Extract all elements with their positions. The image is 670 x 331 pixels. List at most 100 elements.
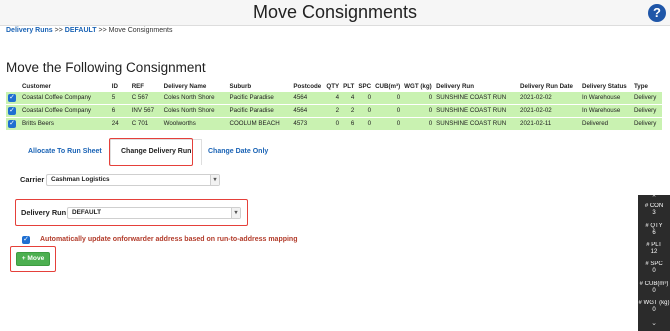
- summary-item-plt: # PLT 12: [638, 242, 670, 256]
- delivery-name-cell: Coles North Shore: [161, 90, 228, 104]
- summary-value: 12: [650, 249, 658, 255]
- delivery-run-cell: SUNSHINE COAST RUN: [434, 116, 519, 130]
- chevron-down-icon: ▾: [231, 208, 240, 218]
- summary-label: # SPC: [645, 261, 663, 267]
- column-header: Customer: [19, 82, 110, 91]
- summary-label: # WGT (kg): [638, 300, 670, 306]
- carrier-select[interactable]: Cashman Logistics ▾: [46, 174, 220, 186]
- move-button-label: Move: [27, 255, 45, 262]
- checkbox-checked-icon[interactable]: ✓: [8, 93, 16, 102]
- column-header: Suburb: [227, 82, 292, 91]
- delivery-run-cell: SUNSHINE COAST RUN: [434, 90, 519, 104]
- ref-cell: C 701: [129, 116, 162, 130]
- breadcrumb: Delivery Runs >> DEFAULT >> Move Consign…: [6, 27, 172, 34]
- summary-value: 0: [652, 268, 656, 274]
- breadcrumb-current: Move Consignments: [108, 27, 173, 34]
- type-cell: Delivery: [631, 90, 662, 104]
- suburb-cell: Pacific Paradise: [227, 103, 292, 117]
- summary-label: # QTY: [645, 223, 663, 229]
- plus-icon: +: [21, 255, 26, 262]
- postcode-cell: 4573: [291, 116, 325, 130]
- chevron-down-icon[interactable]: ⌄: [638, 319, 670, 327]
- checkbox-checked-icon[interactable]: ✓: [8, 106, 16, 115]
- table-row[interactable]: ✓ Coastal Coffee Company 5 C 567 Coles N…: [6, 90, 662, 104]
- auto-update-checkbox[interactable]: ✓: [22, 236, 30, 244]
- summary-item-cub: # CUB(m³) 0: [638, 281, 670, 295]
- delivery-run-select-value: DEFAULT: [72, 209, 101, 216]
- wgt-cell: 0: [402, 103, 435, 117]
- plt-cell: 6: [341, 116, 357, 130]
- column-header: Delivery Status: [579, 82, 632, 91]
- postcode-cell: 4564: [291, 103, 325, 117]
- delivery-name-cell: Woolworths: [161, 116, 228, 130]
- chevron-up-icon[interactable]: ⌃: [638, 194, 670, 202]
- title-bar: Move Consignments ?: [0, 0, 670, 26]
- section-heading: Move the Following Consignment: [6, 60, 206, 75]
- column-header: SPC: [356, 82, 374, 91]
- run-date-cell: 2021-02-11: [518, 116, 580, 130]
- auto-update-label: Automatically update onforwarder address…: [40, 236, 298, 243]
- qty-cell: 2: [324, 103, 342, 117]
- table-row[interactable]: ✓ Coastal Coffee Company 6 INV 567 Coles…: [6, 103, 662, 117]
- type-cell: Delivery: [631, 103, 662, 117]
- summary-value: 0: [652, 307, 656, 313]
- carrier-label: Carrier: [20, 175, 45, 184]
- column-header: PLT: [341, 82, 357, 91]
- breadcrumb-separator: >>: [54, 27, 63, 34]
- highlight-annotation: [109, 138, 193, 166]
- table-row[interactable]: ✓ Britts Beers 24 C 701 Woolworths COOLU…: [6, 116, 662, 130]
- page-title: Move Consignments: [252, 2, 418, 22]
- breadcrumb-delivery-runs[interactable]: Delivery Runs: [6, 27, 53, 34]
- customer-cell: Britts Beers: [19, 116, 110, 130]
- summary-value: 6: [652, 230, 656, 236]
- qty-cell: 0: [324, 116, 342, 130]
- column-header: Type: [631, 82, 662, 91]
- row-select-cell[interactable]: ✓: [6, 90, 20, 104]
- summary-item-qty: # QTY 6: [638, 223, 670, 237]
- tab-change-date-only[interactable]: Change Date Only: [208, 139, 268, 165]
- delivery-run-label: Delivery Run: [21, 208, 67, 217]
- column-header: Delivery Name: [161, 82, 228, 91]
- id-cell: 6: [109, 103, 130, 117]
- move-button[interactable]: + Move: [16, 252, 50, 266]
- run-date-cell: 2021-02-02: [518, 90, 580, 104]
- help-icon[interactable]: ?: [648, 4, 666, 22]
- suburb-cell: COOLUM BEACH: [227, 116, 292, 130]
- breadcrumb-default[interactable]: DEFAULT: [65, 27, 97, 34]
- delivery-run-cell: SUNSHINE COAST RUN: [434, 103, 519, 117]
- id-cell: 24: [109, 116, 130, 130]
- tab-allocate-to-run-sheet[interactable]: Allocate To Run Sheet: [28, 139, 102, 165]
- table-header-row: Customer ID REF Delivery Name Suburb Pos…: [6, 82, 662, 91]
- spc-cell: 0: [356, 116, 374, 130]
- summary-label: # PLT: [646, 242, 662, 248]
- cub-cell: 0: [373, 90, 403, 104]
- status-cell: In Warehouse: [579, 103, 632, 117]
- checkbox-checked-icon[interactable]: ✓: [8, 119, 16, 128]
- summary-item-con: # CON 3: [638, 203, 670, 217]
- column-header: Delivery Run Date: [518, 82, 580, 91]
- wgt-cell: 0: [402, 116, 435, 130]
- column-header: ID: [109, 82, 130, 91]
- plt-cell: 2: [341, 103, 357, 117]
- summary-label: # CUB(m³): [639, 281, 669, 287]
- summary-label: # CON: [644, 203, 664, 209]
- delivery-run-select[interactable]: DEFAULT ▾: [67, 207, 241, 219]
- column-header: [6, 82, 20, 91]
- qty-cell: 4: [324, 90, 342, 104]
- status-cell: Delivered: [579, 116, 632, 130]
- row-select-cell[interactable]: ✓: [6, 116, 20, 130]
- postcode-cell: 4564: [291, 90, 325, 104]
- spc-cell: 0: [356, 90, 374, 104]
- cub-cell: 0: [373, 103, 403, 117]
- summary-item-wgt: # WGT (kg) 0: [638, 300, 670, 314]
- column-header: WGT (kg): [402, 82, 435, 91]
- breadcrumb-separator: >>: [98, 27, 107, 34]
- summary-item-spc: # SPC 0: [638, 261, 670, 275]
- column-header: CUB(m³): [373, 82, 403, 91]
- customer-cell: Coastal Coffee Company: [19, 103, 110, 117]
- chevron-down-icon: ▾: [210, 175, 219, 185]
- suburb-cell: Pacific Paradise: [227, 90, 292, 104]
- row-select-cell[interactable]: ✓: [6, 103, 20, 117]
- spc-cell: 0: [356, 103, 374, 117]
- ref-cell: INV 567: [129, 103, 162, 117]
